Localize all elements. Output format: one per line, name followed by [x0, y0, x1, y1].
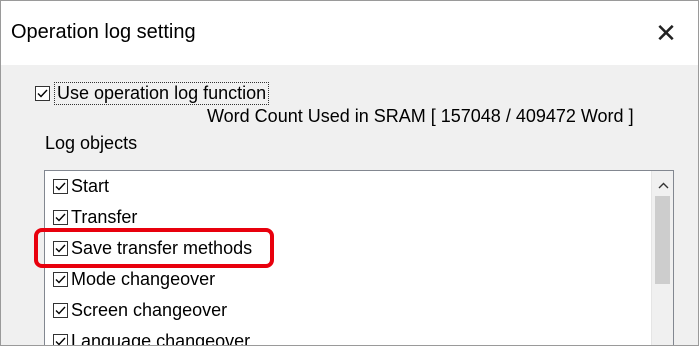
list-item-checkbox[interactable] — [53, 303, 68, 318]
checkmark-icon — [55, 244, 66, 253]
list-item-checkbox[interactable] — [53, 334, 68, 345]
list-scrollbar[interactable] — [651, 171, 673, 345]
checkmark-icon — [55, 275, 66, 284]
chevron-up-icon — [658, 182, 668, 189]
checkmark-icon — [55, 306, 66, 315]
list-item-label: Screen changeover — [71, 300, 228, 320]
use-log-checkbox[interactable] — [35, 86, 50, 101]
log-objects-label: Log objects — [45, 133, 138, 153]
list-item-checkbox[interactable] — [53, 272, 68, 287]
list-item[interactable]: Start — [45, 171, 673, 202]
checkmark-icon — [55, 337, 66, 345]
list-item-checkbox[interactable] — [53, 210, 68, 225]
list-item-label: Save transfer methods — [71, 238, 253, 258]
list-item[interactable]: Save transfer methods — [45, 233, 673, 264]
checkmark-icon — [55, 213, 66, 222]
list-item[interactable]: Mode changeover — [45, 264, 673, 295]
title-bar: Operation log setting ✕ — [1, 1, 698, 65]
scroll-thumb[interactable] — [655, 196, 670, 284]
use-log-label: Use operation log function — [54, 82, 270, 105]
log-objects-list[interactable]: Start Transfer Save transfer methods Mod… — [44, 170, 674, 346]
close-icon: ✕ — [655, 17, 677, 48]
operation-log-dialog: Operation log setting ✕ Use operation lo… — [0, 0, 699, 346]
dialog-title: Operation log setting — [11, 21, 196, 43]
list-item-label: Language changeover — [71, 331, 251, 346]
list-item-label: Transfer — [71, 207, 138, 227]
list-item-label: Start — [71, 176, 110, 196]
sram-word-count: Word Count Used in SRAM [ 157048 / 40947… — [207, 106, 634, 126]
list-item[interactable]: Transfer — [45, 202, 673, 233]
list-item-label: Mode changeover — [71, 269, 216, 289]
list-item[interactable]: Screen changeover — [45, 295, 673, 326]
dialog-body: Use operation log function Word Count Us… — [1, 65, 698, 345]
checkmark-icon — [55, 182, 66, 191]
use-log-checkbox-row[interactable]: Use operation log function — [35, 82, 270, 105]
checkmark-icon — [37, 89, 48, 98]
close-button[interactable]: ✕ — [644, 11, 688, 55]
list-item[interactable]: Language changeover — [45, 326, 673, 346]
list-item-checkbox[interactable] — [53, 179, 68, 194]
scroll-up-button[interactable] — [652, 177, 673, 192]
list-item-checkbox[interactable] — [53, 241, 68, 256]
